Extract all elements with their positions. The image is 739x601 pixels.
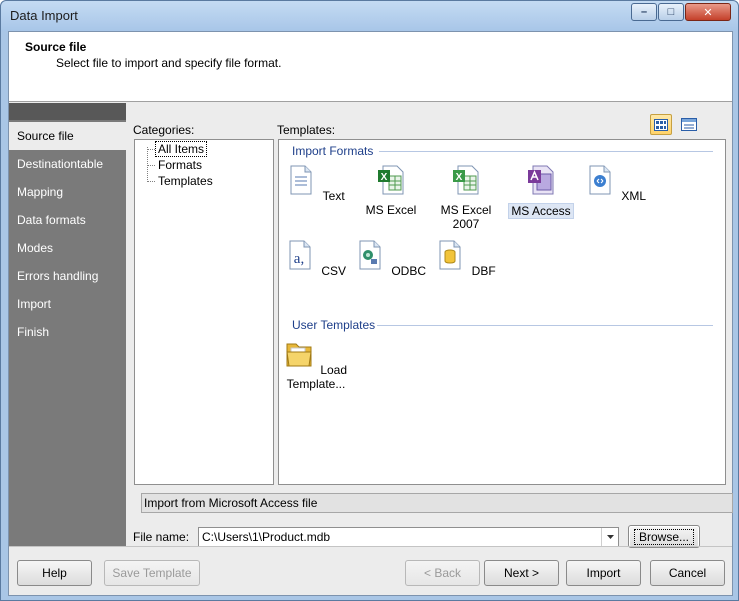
minimize-button[interactable]: – [631, 3, 657, 21]
back-button[interactable]: < Back [405, 560, 480, 586]
chevron-down-icon [606, 535, 614, 539]
close-button[interactable]: ✕ [685, 3, 731, 21]
categories-tree[interactable]: All Items Formats Templates [134, 139, 274, 485]
close-icon: ✕ [703, 6, 713, 19]
file-name-combobox[interactable]: C:\Users\1\Product.mdb [198, 527, 619, 547]
file-name-dropdown-button[interactable] [601, 528, 618, 546]
page-subtitle: Select file to import and specify file f… [56, 56, 282, 70]
help-button[interactable]: Help [17, 560, 92, 586]
folder-icon [286, 343, 312, 367]
file-name-value: C:\Users\1\Product.mdb [202, 530, 331, 544]
maximize-icon: □ [667, 6, 675, 18]
format-tile-xml[interactable]: XML [576, 164, 656, 203]
details-list-icon [681, 118, 697, 131]
window-title: Data Import [10, 8, 78, 23]
dialog-client-area: Source file Select file to import and sp… [8, 31, 733, 596]
file-name-label: File name: [133, 530, 190, 544]
sidebar-item-finish[interactable]: Finish [9, 318, 126, 346]
categories-label: Categories: [133, 123, 195, 137]
format-label: CSV [321, 264, 347, 278]
wizard-steps-sidebar: Source file Destinationtable Mapping Dat… [9, 103, 126, 546]
page-title: Source file [25, 40, 87, 54]
svg-text:X: X [381, 172, 388, 183]
cancel-button[interactable]: Cancel [650, 560, 725, 586]
group-divider [377, 325, 713, 326]
format-tile-ms-excel[interactable]: X MS Excel [351, 164, 431, 217]
format-label: MS Access [508, 203, 574, 219]
format-label: DBF [471, 264, 496, 278]
tree-item-all-items[interactable]: All Items [155, 141, 208, 157]
format-tile-ms-excel-2007[interactable]: X MS Excel 2007 [426, 164, 506, 231]
csv-file-icon: a, [289, 240, 311, 270]
sidebar-item-data-formats[interactable]: Data formats [9, 206, 126, 234]
page-header: Source file Select file to import and sp… [9, 32, 732, 102]
format-tile-dbf[interactable]: DBF [426, 239, 506, 278]
dbf-file-icon [439, 240, 461, 270]
format-label: XML [621, 189, 647, 203]
format-tile-text[interactable]: Text [276, 164, 356, 203]
tree-item-formats[interactable]: Formats [158, 158, 202, 172]
maximize-button[interactable]: □ [658, 3, 684, 21]
format-description-bar: Import from Microsoft Access file [141, 493, 733, 513]
format-label: ODBC [391, 264, 426, 278]
sidebar-item-source-file[interactable]: Source file [9, 122, 126, 150]
access-file-icon [528, 165, 554, 195]
browse-button[interactable]: Browse... [628, 525, 700, 548]
group-divider [379, 151, 713, 152]
format-label: MS Excel [365, 203, 417, 217]
svg-text:a,: a, [294, 251, 304, 267]
user-templates-heading: User Templates [292, 318, 376, 332]
excel-file-icon: X [378, 165, 404, 195]
sidebar-item-mapping[interactable]: Mapping [9, 178, 126, 206]
large-icons-view-button[interactable] [650, 114, 672, 135]
excel-2007-file-icon: X [453, 165, 479, 195]
tree-connector [147, 149, 155, 150]
import-button[interactable]: Import [566, 560, 641, 586]
template-label: Load [320, 363, 348, 377]
save-template-button[interactable]: Save Template [104, 560, 200, 586]
minimize-icon: – [640, 6, 648, 18]
xml-file-icon [589, 165, 611, 195]
tree-connector [147, 165, 155, 166]
template-label: Template... [286, 377, 346, 391]
import-formats-heading: Import Formats [292, 144, 374, 158]
format-tile-ms-access[interactable]: MS Access [501, 164, 581, 219]
format-tile-odbc[interactable]: ODBC [351, 239, 431, 278]
next-button[interactable]: Next > [484, 560, 559, 586]
sidebar-header-strip [9, 103, 126, 120]
title-bar[interactable]: Data Import – □ ✕ [1, 1, 738, 31]
odbc-file-icon [359, 240, 381, 270]
data-import-window: Data Import – □ ✕ Source file Select fil… [0, 0, 739, 601]
svg-text:X: X [456, 172, 463, 183]
format-tile-csv[interactable]: a, CSV [276, 239, 356, 278]
text-file-icon [290, 165, 312, 195]
browse-button-label: Browse... [633, 528, 694, 545]
details-view-button[interactable] [678, 114, 700, 135]
templates-panel[interactable]: Import Formats Text X MS Excel X MS Exce… [278, 139, 726, 485]
load-template-tile[interactable]: Load Template... [276, 338, 356, 391]
tree-item-templates[interactable]: Templates [158, 174, 213, 188]
sidebar-item-destination-table[interactable]: Destinationtable [9, 150, 126, 178]
tree-connector [147, 181, 155, 182]
footer-divider [9, 546, 732, 547]
large-icons-icon [654, 118, 668, 131]
sidebar-item-errors-handling[interactable]: Errors handling [9, 262, 126, 290]
format-label: MS Excel 2007 [440, 203, 492, 231]
main-content: Categories: Templates: All Items Formats… [126, 103, 733, 548]
sidebar-item-import[interactable]: Import [9, 290, 126, 318]
sidebar-item-modes[interactable]: Modes [9, 234, 126, 262]
format-label: Text [322, 189, 345, 203]
templates-label: Templates: [277, 123, 336, 137]
